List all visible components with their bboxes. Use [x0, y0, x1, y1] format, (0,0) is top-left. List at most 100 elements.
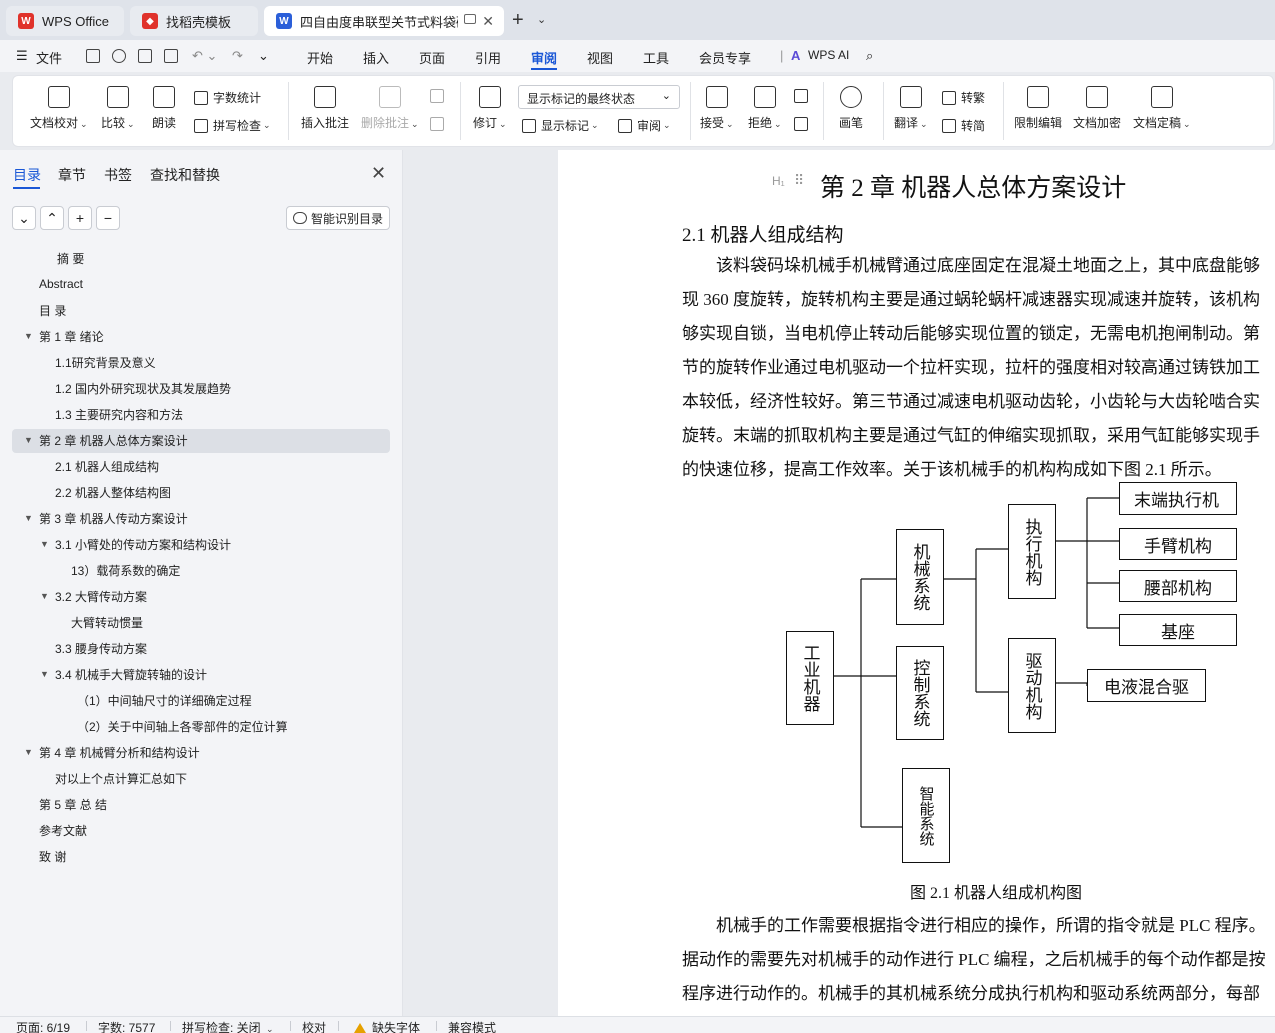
- window-icon[interactable]: [464, 14, 476, 24]
- word-count-button[interactable]: 字数统计: [194, 89, 261, 106]
- insert-comment-button[interactable]: 插入批注: [301, 86, 349, 131]
- remove-heading-button[interactable]: −: [96, 206, 120, 230]
- to-simplified-button[interactable]: 转简: [942, 117, 985, 134]
- missing-font-status[interactable]: 缺失字体: [354, 1019, 420, 1033]
- toc-item[interactable]: 2.1 机器人组成结构: [0, 454, 390, 478]
- menu-tools[interactable]: 工具: [643, 48, 669, 67]
- translate-button[interactable]: 翻译 ⌄: [894, 86, 928, 131]
- toc-item[interactable]: ▼ 第 1 章 绪论: [0, 324, 390, 348]
- next-revision-icon[interactable]: [794, 117, 813, 131]
- expand-triangle-icon[interactable]: ▼: [24, 513, 33, 523]
- collapse-up-button[interactable]: ⌃: [40, 206, 64, 230]
- reject-button[interactable]: 拒绝 ⌄: [748, 86, 782, 131]
- word-count-status[interactable]: 字数: 7577: [98, 1019, 155, 1033]
- to-traditional-button[interactable]: 转繁: [942, 89, 985, 106]
- toc-item[interactable]: Abstract: [0, 272, 390, 296]
- nav-tab-find-replace[interactable]: 查找和替换: [150, 165, 220, 185]
- markup-state-select[interactable]: 显示标记的最终状态 ⌄: [518, 85, 680, 109]
- export-icon[interactable]: [112, 49, 126, 63]
- review-pane-button[interactable]: 审阅 ⌄: [618, 117, 671, 134]
- toc-item[interactable]: ▼ 3.1 小臂处的传动方案和结构设计: [0, 532, 390, 556]
- toc-item[interactable]: 1.1研究背景及意义: [0, 350, 390, 374]
- nav-tab-toc[interactable]: 目录: [13, 165, 41, 185]
- menu-file[interactable]: 文件: [36, 48, 62, 67]
- tab-wps-office[interactable]: W WPS Office: [6, 6, 124, 36]
- expand-triangle-icon[interactable]: ▼: [40, 591, 49, 601]
- toc-item[interactable]: 对以上个点计算汇总如下: [0, 766, 390, 790]
- collapse-down-button[interactable]: ⌄: [12, 206, 36, 230]
- toc-item[interactable]: 3.3 腰身传动方案: [0, 636, 390, 660]
- expand-triangle-icon[interactable]: ▼: [24, 331, 33, 341]
- expand-triangle-icon[interactable]: ▼: [24, 435, 33, 445]
- toc-item[interactable]: ▼ 3.2 大臂传动方案: [0, 584, 390, 608]
- redo-icon[interactable]: ↷: [232, 48, 243, 64]
- print-icon[interactable]: [138, 49, 152, 63]
- compare-button[interactable]: 比较 ⌄: [101, 86, 135, 131]
- delete-comment-button[interactable]: 删除批注 ⌄: [361, 86, 419, 131]
- document-area[interactable]: H₁ ⠿ 第 2 章 机器人总体方案设计 2.1 机器人组成结构 该料袋码垛机械…: [404, 150, 1275, 1016]
- chevron-down-icon[interactable]: ⌄: [537, 13, 546, 26]
- menu-page[interactable]: 页面: [419, 48, 445, 67]
- toc-item[interactable]: 13）载荷系数的确定: [0, 558, 390, 582]
- pen-button[interactable]: 画笔: [839, 86, 863, 131]
- restrict-edit-button[interactable]: 限制编辑: [1014, 86, 1062, 131]
- new-tab-icon[interactable]: +: [512, 9, 524, 32]
- proof-status[interactable]: 校对: [302, 1019, 326, 1033]
- doc-check-button[interactable]: 文档校对 ⌄: [30, 86, 88, 131]
- accept-button[interactable]: 接受 ⌄: [700, 86, 734, 131]
- spell-check-button[interactable]: 拼写检查 ⌄: [194, 117, 271, 134]
- toc-item[interactable]: 摘 要: [0, 246, 390, 270]
- toc-item[interactable]: 1.3 主要研究内容和方法: [0, 402, 390, 426]
- toc-item[interactable]: 参考文献: [0, 818, 390, 842]
- toc-item[interactable]: 第 5 章 总 结: [0, 792, 390, 816]
- menu-start[interactable]: 开始: [307, 48, 333, 67]
- expand-triangle-icon[interactable]: ▼: [40, 669, 49, 679]
- toc-item[interactable]: 大臂转动惯量: [0, 610, 390, 634]
- encrypt-button[interactable]: 文档加密: [1073, 86, 1121, 131]
- finalize-button[interactable]: 文档定稿 ⌄: [1133, 86, 1191, 131]
- menu-insert[interactable]: 插入: [363, 48, 389, 67]
- hamburger-icon[interactable]: ☰: [16, 48, 28, 64]
- menu-view[interactable]: 视图: [587, 48, 613, 67]
- nav-tab-bookmarks[interactable]: 书签: [104, 165, 132, 185]
- next-comment-icon[interactable]: [430, 117, 449, 131]
- prev-revision-icon[interactable]: [794, 89, 813, 103]
- tab-document[interactable]: W 四自由度串联型关节式料袋码 ✕: [264, 6, 504, 36]
- print-preview-icon[interactable]: [164, 49, 178, 63]
- heading-marker-icon[interactable]: H₁: [772, 174, 785, 188]
- nav-tab-sections[interactable]: 章节: [58, 165, 86, 185]
- toc-item[interactable]: 目 录: [0, 298, 390, 322]
- prev-comment-icon[interactable]: [430, 89, 449, 103]
- toc-item[interactable]: ▼ 第 2 章 机器人总体方案设计: [0, 428, 390, 452]
- menu-member[interactable]: 会员专享: [699, 48, 751, 67]
- toc-item[interactable]: 1.2 国内外研究现状及其发展趋势: [0, 376, 390, 400]
- undo-icon[interactable]: ↶ ⌄: [192, 48, 217, 64]
- menu-review[interactable]: 审阅: [531, 48, 557, 67]
- toc-item[interactable]: ▼ 第 3 章 机器人传动方案设计: [0, 506, 390, 530]
- menu-reference[interactable]: 引用: [475, 48, 501, 67]
- revise-button[interactable]: 修订 ⌄: [473, 86, 507, 131]
- read-aloud-button[interactable]: 朗读: [152, 86, 176, 131]
- close-icon[interactable]: ✕: [482, 13, 494, 30]
- show-markup-button[interactable]: 显示标记 ⌄: [522, 117, 599, 134]
- toc-item[interactable]: （1）中间轴尺寸的详细确定过程: [0, 688, 390, 712]
- close-icon[interactable]: ✕: [371, 163, 386, 184]
- tab-docer[interactable]: ◆ 找稻壳模板: [130, 6, 258, 36]
- toc-item[interactable]: ▼ 3.4 机械手大臂旋转轴的设计: [0, 662, 390, 686]
- toc-item[interactable]: 致 谢: [0, 844, 390, 868]
- smart-toc-button[interactable]: 智能识别目录: [286, 206, 390, 230]
- page-indicator[interactable]: 页面: 6/19: [16, 1019, 70, 1033]
- search-icon[interactable]: ⌕: [866, 48, 873, 64]
- add-heading-button[interactable]: +: [68, 206, 92, 230]
- toc-item[interactable]: （2）关于中间轴上各零部件的定位计算: [0, 714, 390, 738]
- menu-wps-ai[interactable]: WPS AI: [808, 48, 849, 62]
- spell-check-status[interactable]: 拼写检查: 关闭 ⌄: [182, 1019, 274, 1033]
- toc-item[interactable]: 2.2 机器人整体结构图: [0, 480, 390, 504]
- drag-handle-icon[interactable]: ⠿: [794, 172, 804, 189]
- expand-triangle-icon[interactable]: ▼: [24, 747, 33, 757]
- toc-item[interactable]: ▼ 第 4 章 机械臂分析和结构设计: [0, 740, 390, 764]
- save-icon[interactable]: [86, 49, 100, 63]
- more-icon[interactable]: ⌄: [258, 48, 269, 64]
- document-page[interactable]: H₁ ⠿ 第 2 章 机器人总体方案设计 2.1 机器人组成结构 该料袋码垛机械…: [558, 150, 1275, 1016]
- expand-triangle-icon[interactable]: ▼: [40, 539, 49, 549]
